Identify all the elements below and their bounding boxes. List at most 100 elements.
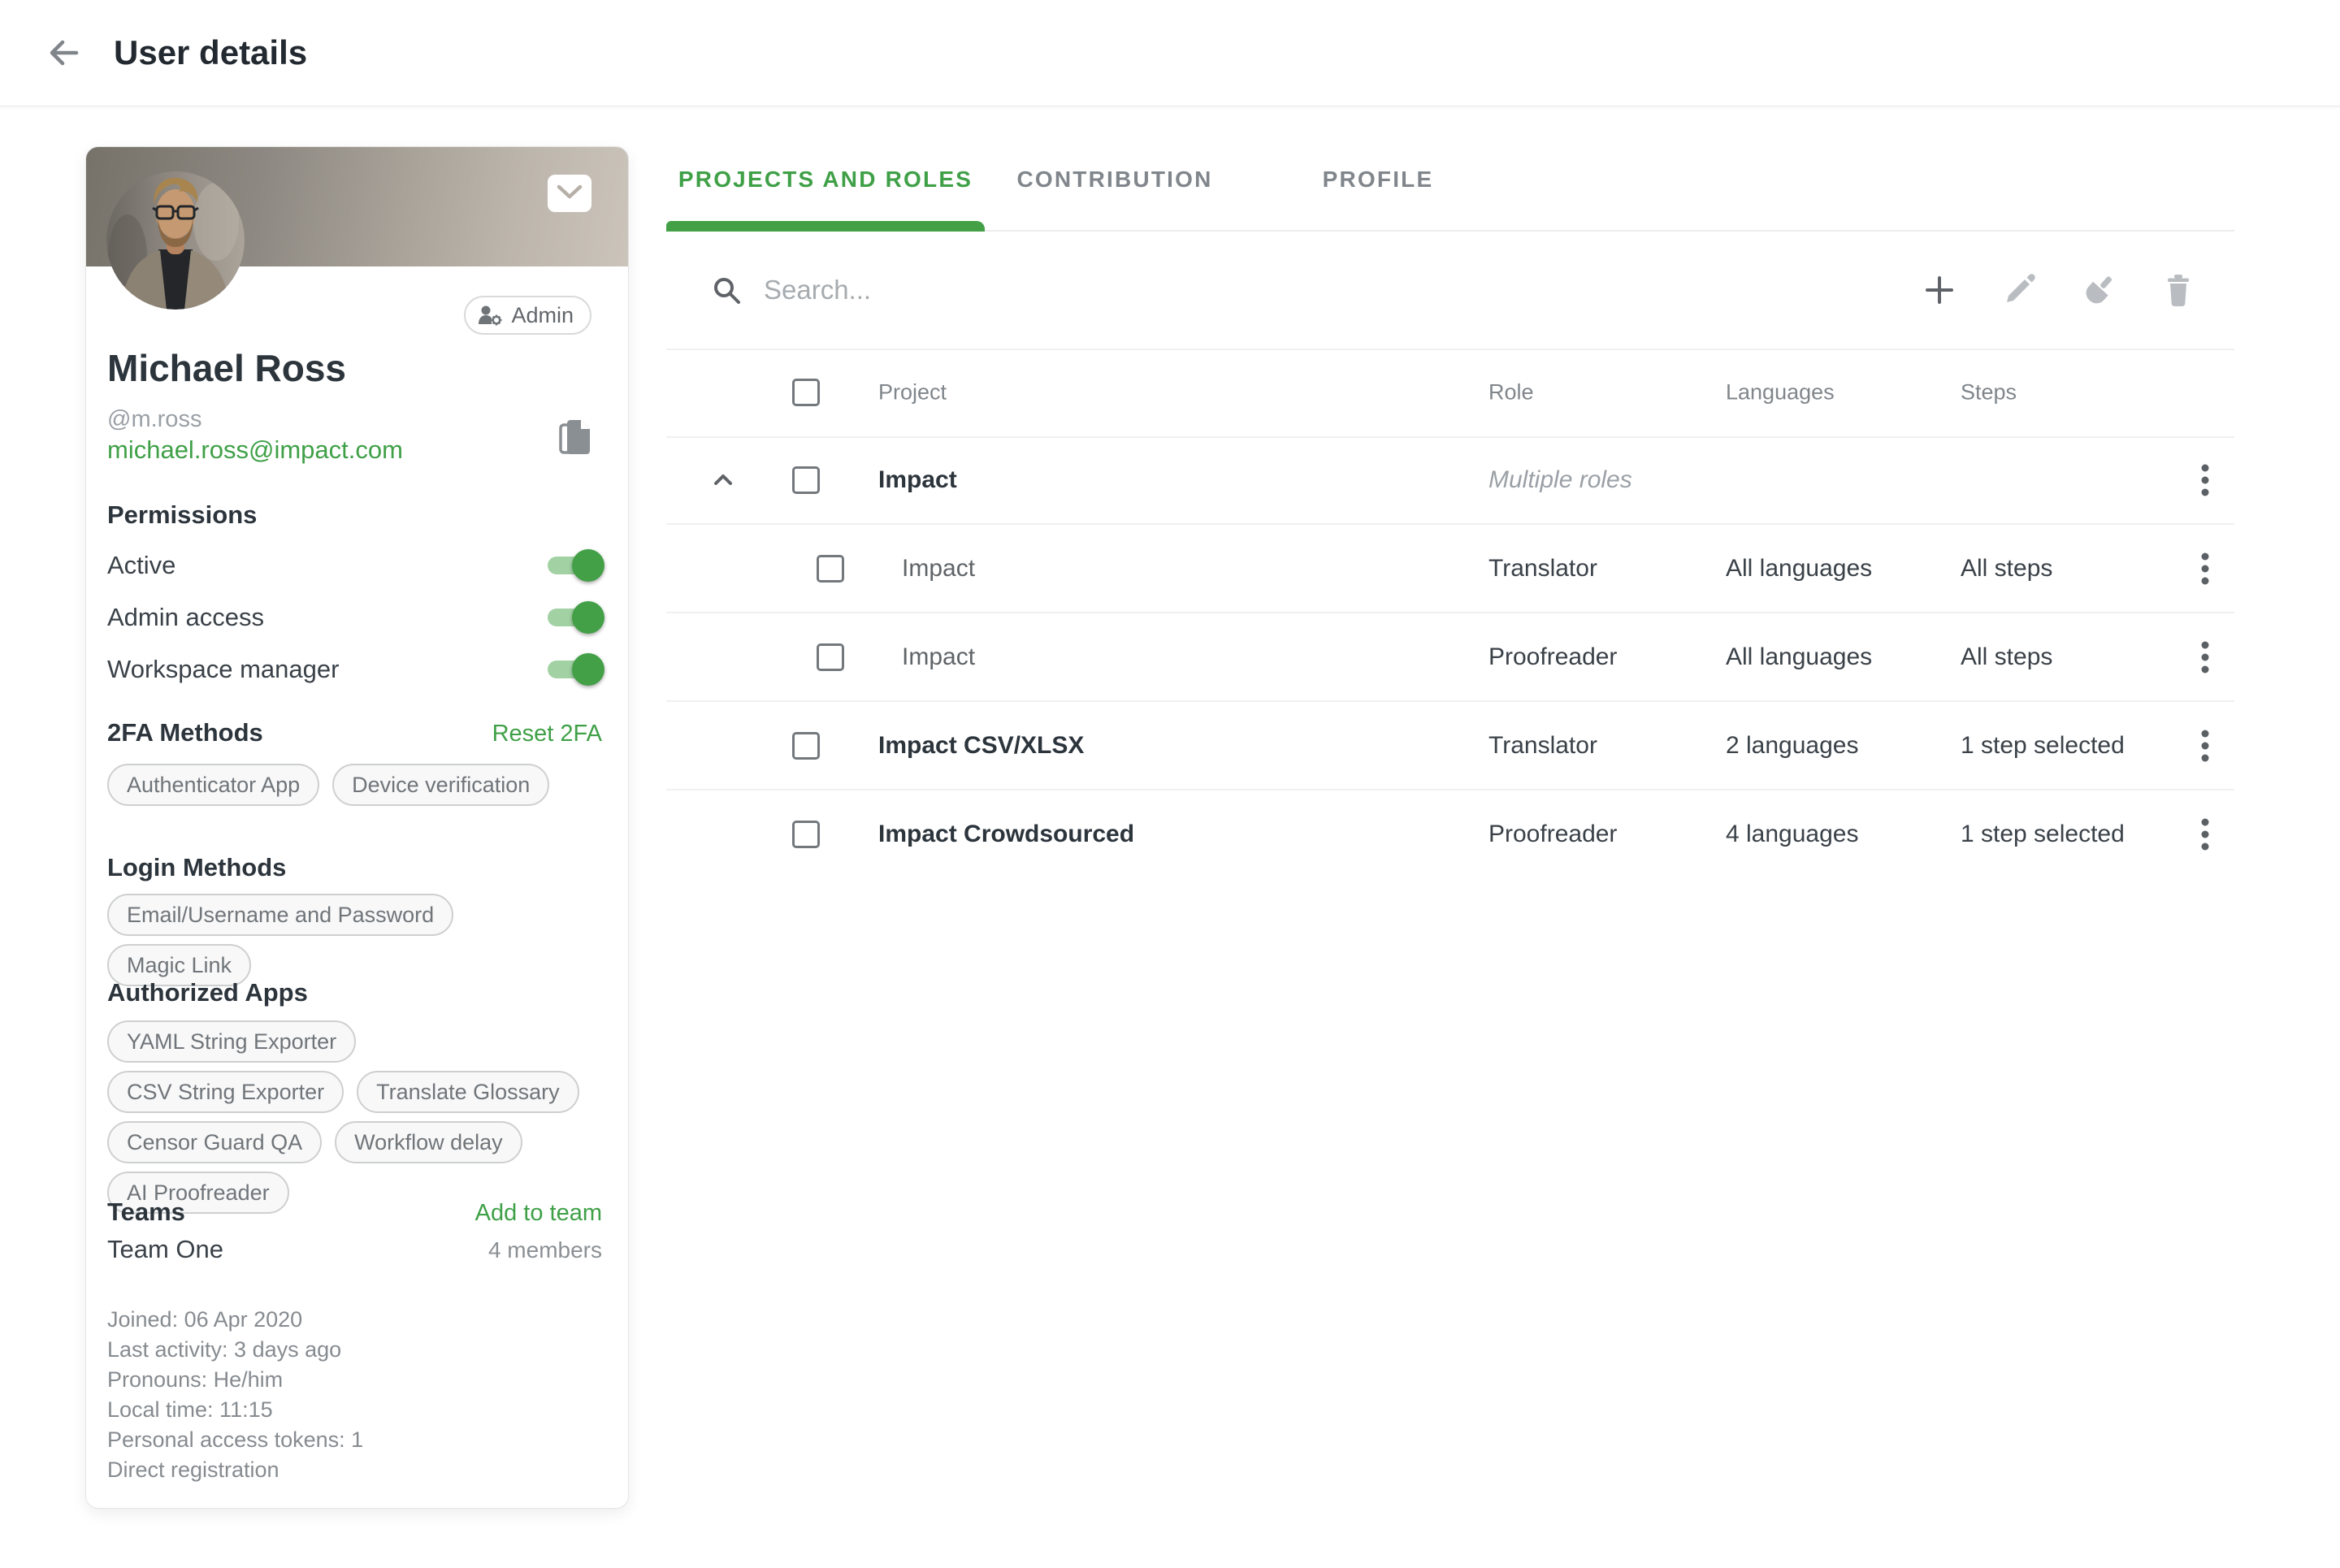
team-row[interactable]: Team One 4 members — [107, 1235, 602, 1264]
send-email-button[interactable] — [547, 174, 592, 213]
user-email-link[interactable]: michael.ross@impact.com — [107, 435, 403, 465]
username: @m.ross — [107, 406, 202, 433]
cell-role: Proofreader — [1488, 821, 1617, 848]
twofa-chips: Authenticator App Device verification — [107, 764, 602, 806]
authorized-app-chip: Translate Glossary — [357, 1071, 579, 1113]
team-name: Team One — [107, 1235, 223, 1264]
row-checkbox[interactable] — [792, 732, 820, 760]
table-row[interactable]: Impact Multiple roles — [666, 436, 2234, 525]
row-checkbox[interactable] — [817, 555, 844, 583]
column-header-steps: Steps — [1961, 380, 2017, 405]
topbar: User details — [0, 0, 2340, 106]
login-method-chip: Email/Username and Password — [107, 894, 453, 936]
row-checkbox[interactable] — [792, 821, 820, 848]
table-row[interactable]: Impact Proofreader All languages All ste… — [666, 613, 2234, 702]
copy-email-button[interactable] — [557, 416, 594, 458]
table-row[interactable]: Impact Crowdsourced Proofreader 4 langua… — [666, 790, 2234, 877]
page-title: User details — [114, 33, 307, 72]
permissions-title: Permissions — [107, 500, 257, 530]
kebab-icon — [2187, 638, 2223, 677]
kebab-icon — [2187, 815, 2223, 854]
authorized-apps-title: Authorized Apps — [107, 978, 308, 1007]
edit-button[interactable] — [2000, 271, 2038, 309]
delete-button[interactable] — [2160, 271, 2197, 309]
details-panel: PROJECTS AND ROLES CONTRIBUTION PROFILE — [666, 0, 2234, 1056]
row-checkbox[interactable] — [792, 466, 820, 494]
cell-role: Proofreader — [1488, 643, 1617, 671]
cell-project: Impact — [902, 555, 975, 583]
authorized-app-chips: YAML String Exporter CSV String Exporter… — [107, 1020, 602, 1214]
kebab-icon — [2187, 726, 2223, 765]
user-name: Michael Ross — [107, 346, 346, 390]
permission-label: Workspace manager — [107, 655, 339, 684]
tab[interactable]: PROJECTS AND ROLES — [666, 128, 985, 230]
back-button[interactable] — [42, 32, 84, 74]
plus-icon — [1921, 271, 1958, 309]
permission-row: Admin access — [107, 591, 602, 643]
meta-line: Joined: 06 Apr 2020 — [107, 1305, 602, 1335]
cell-steps: All steps — [1961, 643, 2052, 671]
chevron-up-icon — [705, 462, 741, 498]
row-menu-button[interactable] — [2187, 726, 2223, 765]
envelope-icon — [547, 174, 592, 213]
permissions-list: Active Admin access Workspace manager — [107, 539, 602, 695]
pencil-icon — [2000, 271, 2038, 309]
row-checkbox[interactable] — [817, 643, 844, 671]
teams-title: Teams — [107, 1198, 185, 1227]
cell-project: Impact CSV/XLSX — [878, 732, 1084, 760]
row-menu-button[interactable] — [2187, 815, 2223, 854]
row-menu-button[interactable] — [2187, 549, 2223, 588]
permission-row: Workspace manager — [107, 643, 602, 695]
table-header: Project Role Languages Steps — [666, 349, 2234, 438]
cell-project: Impact Crowdsourced — [878, 821, 1134, 848]
add-to-team-button[interactable]: Add to team — [475, 1200, 602, 1227]
meta-line: Last activity: 3 days ago — [107, 1335, 602, 1365]
column-header-project: Project — [878, 380, 947, 405]
tab-bar: PROJECTS AND ROLES CONTRIBUTION PROFILE — [666, 128, 2234, 232]
table-row[interactable]: Impact Translator All languages All step… — [666, 525, 2234, 613]
table-body: Impact Multiple roles — [666, 436, 2234, 877]
cell-languages: All languages — [1726, 555, 1872, 583]
authorized-app-chip: CSV String Exporter — [107, 1071, 344, 1113]
search-icon — [708, 272, 744, 308]
tab-label: PROFILE — [1323, 167, 1434, 193]
column-header-languages: Languages — [1726, 380, 1835, 405]
row-menu-button[interactable] — [2187, 461, 2223, 500]
broom-icon — [2080, 271, 2117, 309]
login-method-chips: Email/Username and Password Magic Link — [107, 894, 602, 986]
authorized-app-chip: Workflow delay — [335, 1121, 522, 1163]
reset-2fa-button[interactable]: Reset 2FA — [492, 721, 602, 747]
select-all-checkbox[interactable] — [792, 379, 820, 406]
toolbar-actions — [1921, 271, 2197, 309]
toggle-switch[interactable] — [544, 656, 602, 682]
user-card: Admin Michael Ross @m.ross michael.ross@… — [85, 146, 629, 1509]
collapse-row-button[interactable] — [705, 462, 741, 498]
meta-line: Pronouns: He/him — [107, 1365, 602, 1395]
tab[interactable]: CONTRIBUTION — [985, 128, 1245, 230]
cell-project: Impact — [878, 466, 957, 494]
table-row[interactable]: Impact CSV/XLSX Translator 2 languages 1… — [666, 702, 2234, 790]
cell-steps: 1 step selected — [1961, 821, 2125, 848]
toggle-switch[interactable] — [544, 604, 602, 630]
search-input[interactable] — [762, 274, 1921, 306]
cell-languages: All languages — [1726, 643, 1872, 671]
cell-project: Impact — [902, 643, 975, 671]
add-button[interactable] — [1921, 271, 1958, 309]
clear-filters-button[interactable] — [2080, 271, 2117, 309]
tab-label: CONTRIBUTION — [1016, 167, 1212, 193]
toggle-switch[interactable] — [544, 552, 602, 578]
column-header-role: Role — [1488, 380, 1534, 405]
tab-label: PROJECTS AND ROLES — [678, 167, 973, 193]
tab[interactable]: PROFILE — [1245, 128, 1511, 230]
cell-role: Multiple roles — [1488, 466, 1632, 494]
team-members-count: 4 members — [488, 1237, 602, 1263]
copy-icon — [557, 416, 594, 458]
authorized-app-chip: YAML String Exporter — [107, 1020, 356, 1063]
kebab-icon — [2187, 461, 2223, 500]
cell-role: Translator — [1488, 732, 1597, 760]
user-meta: Joined: 06 Apr 2020 Last activity: 3 day… — [107, 1305, 602, 1485]
twofa-method-chip: Authenticator App — [107, 764, 319, 806]
cell-role: Translator — [1488, 555, 1597, 583]
kebab-icon — [2187, 549, 2223, 588]
row-menu-button[interactable] — [2187, 638, 2223, 677]
